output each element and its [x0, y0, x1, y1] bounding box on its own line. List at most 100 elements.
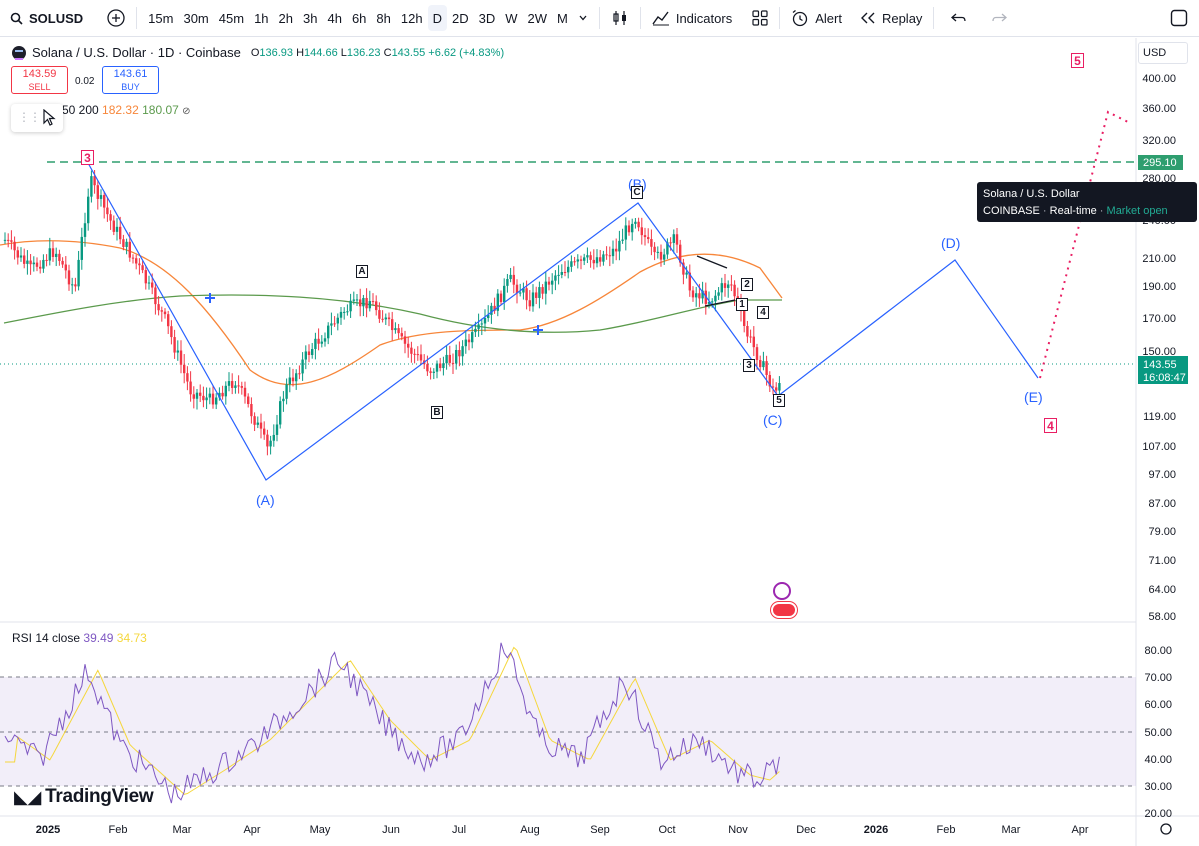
candle [467, 339, 471, 343]
cursor-arrow-icon[interactable] [42, 109, 56, 127]
chart-pane[interactable]: 400.00360.00320.00280.00240.00210.00190.… [0, 38, 1199, 846]
close-value: 143.55 [391, 46, 426, 59]
eye-off-icon[interactable]: ⊘ [182, 106, 190, 117]
target-label-3[interactable]: 3 [81, 150, 94, 165]
chevron-down-icon [579, 15, 587, 21]
brand-text: TradingView [45, 786, 154, 807]
buy-button[interactable]: 143.61 BUY [102, 66, 159, 94]
chart-canvas[interactable]: 400.00360.00320.00280.00240.00210.00190.… [0, 38, 1199, 846]
candle [602, 254, 605, 262]
candle [186, 373, 189, 382]
wave-label-a[interactable]: (A) [256, 492, 275, 508]
wave-label-e[interactable]: (E) [1024, 389, 1043, 405]
tradingview-logo[interactable]: ◣◢ TradingView [14, 786, 154, 808]
us-flag-icon[interactable] [771, 602, 797, 618]
interval-30m[interactable]: 30m [178, 0, 213, 37]
interval-3h[interactable]: 3h [298, 0, 322, 37]
candle [400, 333, 403, 337]
rsi-tick: 80.00 [1144, 645, 1172, 657]
sell-button[interactable]: 143.59 SELL [11, 66, 68, 94]
candle [528, 300, 531, 307]
candle [19, 255, 23, 258]
box-label-b[interactable]: B [431, 406, 443, 419]
settings-gear-icon[interactable] [1160, 823, 1172, 835]
candle [631, 223, 634, 233]
interval-2h[interactable]: 2h [274, 0, 298, 37]
redo-button[interactable] [986, 0, 1012, 37]
indicators-button[interactable]: Indicators [647, 0, 737, 37]
interval-12h[interactable]: 12h [396, 0, 428, 37]
toolbar-divider [779, 7, 781, 29]
wave-de-line[interactable] [777, 259, 1039, 397]
interval-m[interactable]: M [552, 0, 573, 37]
subwave-label-5[interactable]: 5 [773, 394, 785, 407]
undo-button[interactable] [946, 0, 972, 37]
candle [327, 325, 330, 339]
candle [199, 392, 202, 396]
wave-label-d[interactable]: (D) [941, 235, 960, 251]
interval-15m[interactable]: 15m [143, 0, 178, 37]
candle [368, 301, 371, 309]
ma-label: 50 200 [62, 103, 99, 117]
interval-6h[interactable]: 6h [347, 0, 371, 37]
compare-button[interactable] [102, 0, 130, 37]
series-title: Solana / U.S. Dollar · 1D · Coinbase [32, 45, 241, 60]
interval-4h[interactable]: 4h [322, 0, 346, 37]
interval-1h[interactable]: 1h [249, 0, 273, 37]
candle [570, 261, 573, 267]
fullscreen-button[interactable] [1165, 0, 1193, 37]
candle [442, 363, 445, 369]
lightning-icon[interactable] [773, 582, 791, 600]
floating-cursor-tool[interactable]: ⋮⋮ [11, 104, 63, 132]
chart-type-button[interactable] [606, 0, 634, 37]
drag-handle-icon[interactable]: ⋮⋮ [18, 110, 41, 124]
currency-button[interactable]: USD [1138, 42, 1188, 64]
candle [557, 274, 560, 276]
interval-3d[interactable]: 3D [474, 0, 501, 37]
candle [448, 354, 451, 363]
target-projection-line[interactable] [1039, 110, 1129, 379]
interval-45m[interactable]: 45m [214, 0, 249, 37]
candle [723, 283, 727, 288]
rewind-icon [860, 12, 875, 24]
candle [234, 385, 237, 388]
candle [647, 237, 650, 240]
candle [407, 343, 410, 348]
subwave-label-2[interactable]: 2 [741, 278, 753, 291]
box-label-c[interactable]: C [631, 186, 643, 199]
wave-abc-line[interactable] [87, 162, 779, 481]
candle [778, 383, 781, 391]
interval-8h[interactable]: 8h [371, 0, 395, 37]
candle [160, 310, 163, 312]
rsi-tick: 70.00 [1144, 672, 1172, 684]
rsi-legend[interactable]: RSI 14 close 39.49 34.73 [12, 631, 147, 645]
economic-events-icon[interactable] [771, 582, 797, 618]
interval-d[interactable]: D [427, 5, 447, 31]
replay-button[interactable]: Replay [855, 0, 927, 37]
box-label-a[interactable]: A [356, 265, 368, 278]
series-legend[interactable]: Solana / U.S. Dollar · 1D · Coinbase O13… [12, 45, 504, 60]
layouts-button[interactable] [747, 0, 773, 37]
candle [135, 258, 138, 264]
candle [205, 397, 208, 401]
target-label-4[interactable]: 4 [1044, 418, 1057, 433]
interval-dropdown[interactable] [573, 0, 593, 37]
subwave-label-1[interactable]: 1 [736, 298, 748, 311]
candle [576, 259, 579, 262]
buy-label: BUY [121, 82, 140, 92]
subwave-label-3[interactable]: 3 [743, 359, 755, 372]
buy-price: 143.61 [113, 68, 148, 80]
interval-2w[interactable]: 2W [523, 0, 553, 37]
target-label-5[interactable]: 5 [1071, 53, 1084, 68]
candle [525, 288, 528, 301]
wave-label-c[interactable]: (C) [763, 412, 782, 428]
ma-legend[interactable]: 50 200 182.32 180.07 ⊘ [62, 103, 191, 117]
alert-button[interactable]: Alert [786, 0, 847, 37]
interval-2d[interactable]: 2D [447, 0, 474, 37]
interval-w[interactable]: W [500, 0, 522, 37]
rsi-tick: 50.00 [1144, 727, 1172, 739]
candle [371, 301, 375, 303]
subwave-label-4[interactable]: 4 [757, 306, 769, 319]
symbol-search[interactable]: SOLUSD [0, 0, 88, 37]
triangle-upper-line[interactable] [696, 255, 728, 269]
